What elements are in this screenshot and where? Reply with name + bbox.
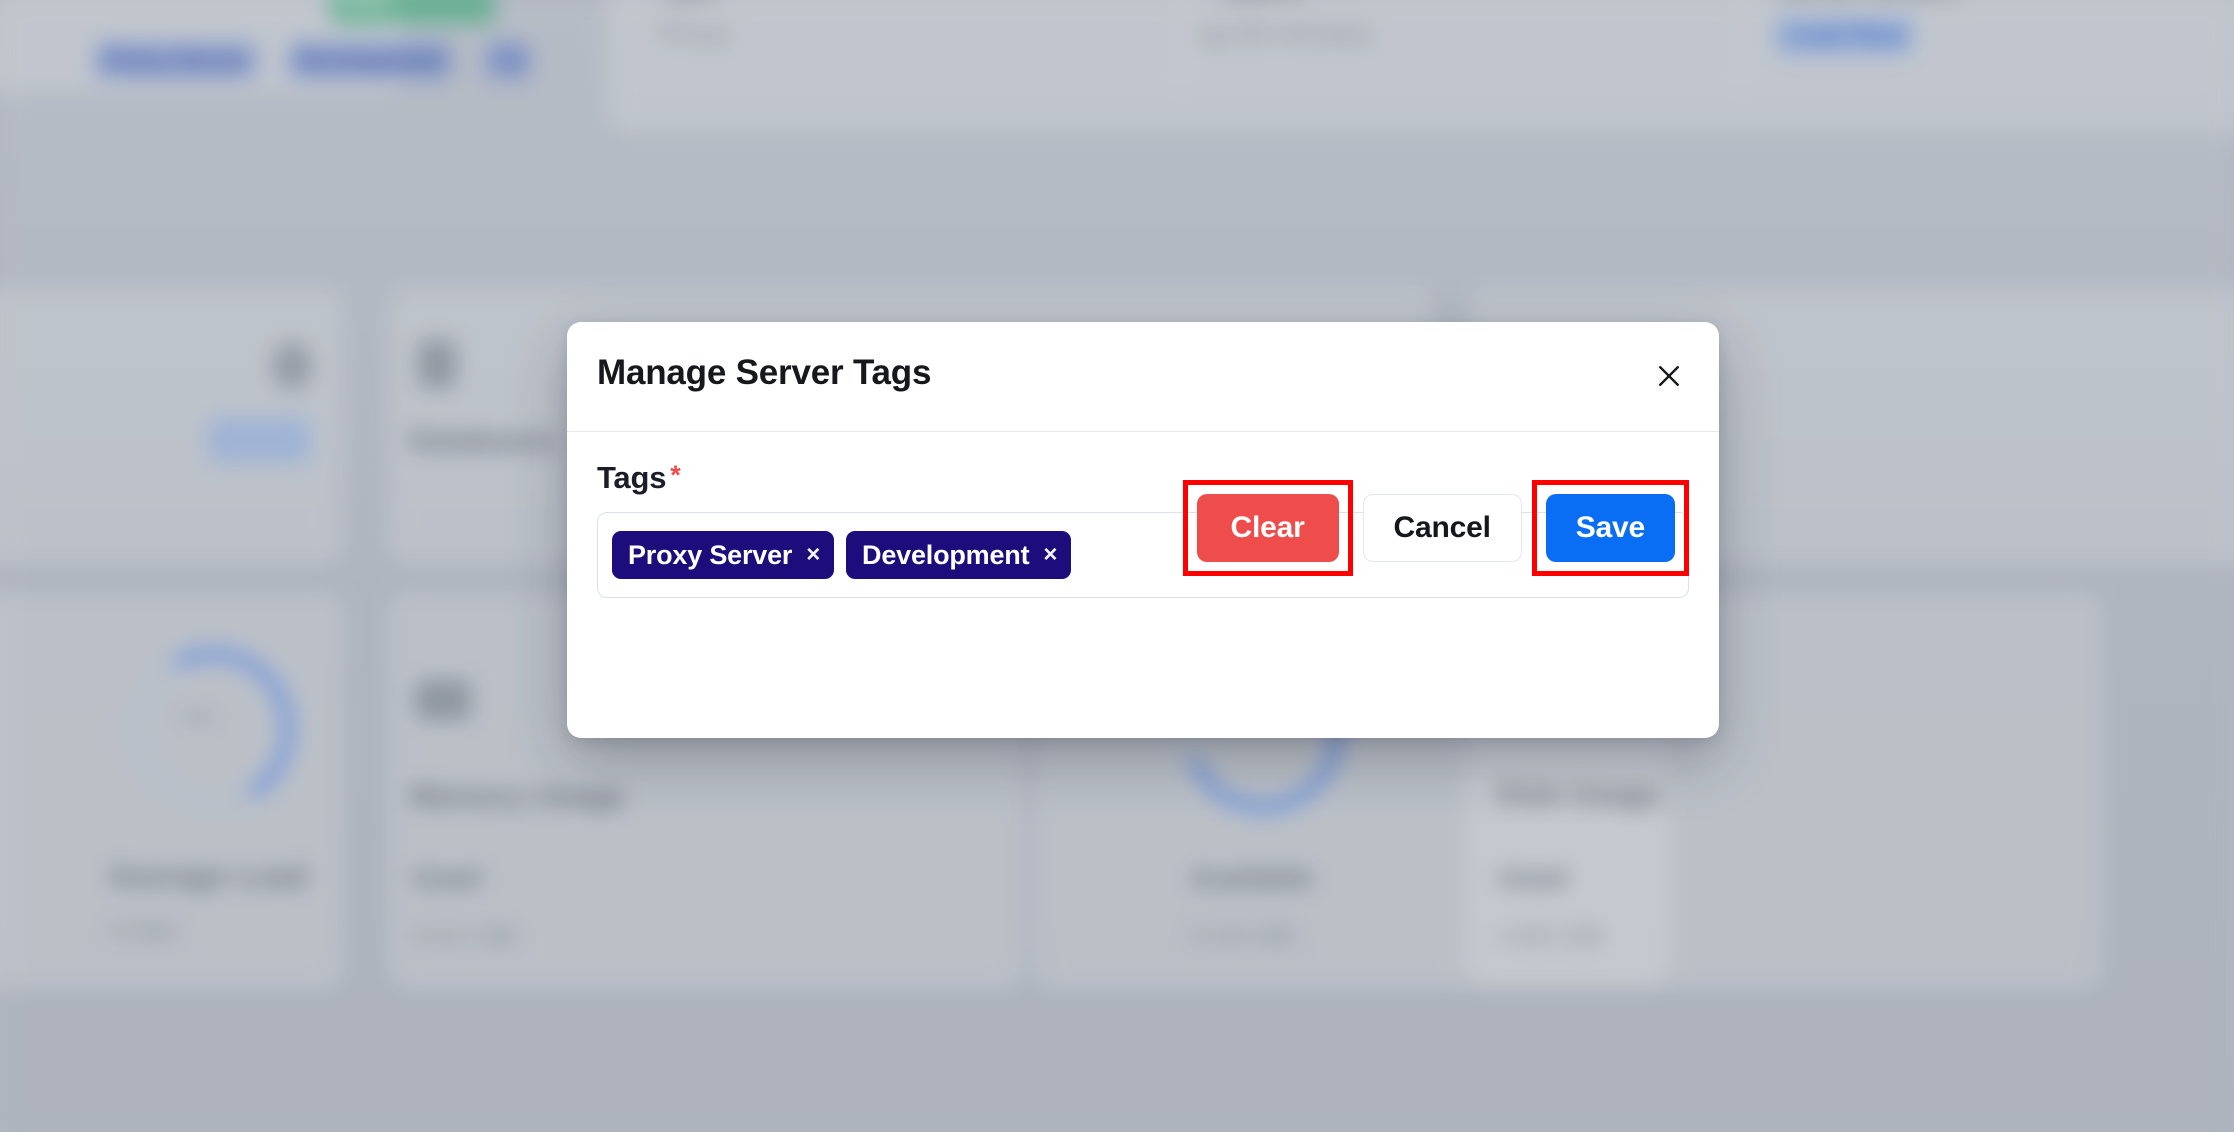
dialog-body: Tags * Proxy Server × Development × Clea… — [567, 432, 1719, 598]
dialog-header: Manage Server Tags — [567, 322, 1719, 432]
required-asterisk: * — [670, 460, 681, 490]
manage-server-tags-dialog: Manage Server Tags Tags * Proxy Server × … — [567, 322, 1719, 738]
tag-chip-remove-icon[interactable]: × — [1043, 543, 1057, 567]
tags-label: Tags — [597, 460, 667, 495]
clear-button-highlight: Clear — [1182, 480, 1353, 576]
tag-chip-label: Development — [862, 539, 1030, 570]
save-button-highlight: Save — [1531, 480, 1689, 576]
dialog-action-bar: Clear Cancel Save — [1182, 480, 1689, 576]
tag-chip[interactable]: Proxy Server × — [612, 531, 835, 579]
cancel-button[interactable]: Cancel — [1362, 494, 1522, 562]
clear-button[interactable]: Clear — [1196, 494, 1339, 562]
tag-chip-remove-icon[interactable]: × — [806, 543, 820, 567]
dialog-title: Manage Server Tags — [597, 353, 932, 392]
tag-chip-label: Proxy Server — [628, 539, 793, 570]
close-icon[interactable] — [1639, 346, 1699, 406]
tag-chip[interactable]: Development × — [846, 531, 1072, 579]
screen: Online Proxy Server Development +1 Type … — [0, 0, 2234, 1132]
save-button[interactable]: Save — [1545, 494, 1675, 562]
